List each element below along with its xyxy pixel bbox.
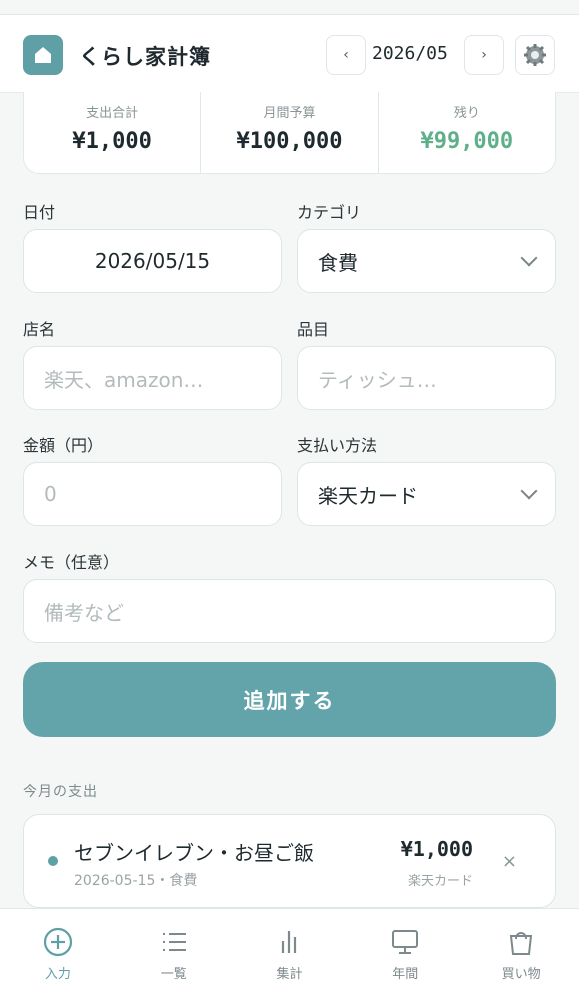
list-icon (162, 933, 186, 951)
expense-title: セブンイレブン・お昼ご飯 (74, 841, 314, 865)
list-item[interactable]: セブンイレブン・お昼ご飯 2026-05-15・食費 ¥1,000 楽天カード … (23, 814, 556, 908)
prev-month-button[interactable]: ‹ (326, 35, 366, 75)
remaining-label: 残り (453, 106, 480, 121)
current-month: 2026/05 (372, 43, 448, 64)
expenses-section-title: 今月の支出 (23, 784, 98, 800)
memo-label: メモ（任意） (23, 553, 120, 572)
expense-meta: 2026-05-15・食費 (74, 873, 198, 889)
monthly-budget-cell: 月間予算 ¥100,000 (201, 92, 379, 173)
total-expense-label: 支出合計 (86, 106, 139, 121)
gear-icon (524, 44, 546, 66)
tab-annual-label: 年間 (392, 967, 419, 982)
chevron-down-icon (520, 249, 538, 267)
next-month-button[interactable]: › (464, 35, 504, 75)
tab-annual[interactable]: 年間 (347, 909, 463, 1000)
amount-input[interactable]: 0 (23, 462, 282, 526)
category-dot (48, 856, 58, 866)
app-header: くらし家計簿 ‹ 2026/05 › (0, 15, 579, 93)
shopping-bag-icon (509, 932, 533, 955)
chevron-down-icon (520, 482, 538, 500)
date-label: 日付 (23, 203, 56, 222)
date-input[interactable]: 2026/05/15 (23, 229, 282, 293)
tab-list[interactable]: 一覧 (116, 909, 232, 1000)
plus-circle-icon (43, 927, 72, 957)
tab-shopping-label: 買い物 (501, 967, 541, 982)
category-select[interactable]: 食費 (297, 229, 556, 293)
expense-amount: ¥1,000 (400, 837, 473, 861)
monthly-budget-label: 月間予算 (263, 106, 316, 121)
monitor-icon (392, 930, 419, 954)
store-input[interactable]: 楽天、amazon… (23, 346, 282, 410)
app-title: くらし家計簿 (79, 45, 211, 69)
category-select-value: 食費 (318, 250, 358, 275)
bar-chart-icon (282, 931, 297, 953)
memo-input[interactable]: 備考など (23, 579, 556, 643)
tab-input[interactable]: 入力 (0, 909, 116, 1000)
bottom-tab-bar: 入力 一覧 集計 年間 買い物 (0, 908, 579, 1000)
tab-stats[interactable]: 集計 (232, 909, 348, 1000)
amount-label: 金額（円） (23, 436, 104, 455)
total-expense-value: ¥1,000 (72, 129, 152, 154)
item-label: 品目 (297, 320, 330, 339)
item-input[interactable]: ティッシュ… (297, 346, 556, 410)
tab-list-label: 一覧 (160, 967, 187, 982)
payment-select-value: 楽天カード (318, 483, 418, 508)
remaining-cell: 残り ¥99,000 (379, 92, 555, 173)
monthly-budget-value: ¥100,000 (236, 129, 343, 154)
tab-shopping[interactable]: 買い物 (463, 909, 579, 1000)
home-logo-icon (23, 35, 63, 75)
store-label: 店名 (23, 320, 56, 339)
tab-input-label: 入力 (44, 967, 71, 982)
payment-select[interactable]: 楽天カード (297, 462, 556, 526)
add-expense-button[interactable]: 追加する (23, 662, 556, 737)
remaining-value: ¥99,000 (420, 129, 514, 154)
total-expense-cell: 支出合計 ¥1,000 (24, 92, 202, 173)
settings-button[interactable] (515, 35, 555, 75)
tab-stats-label: 集計 (276, 967, 303, 982)
monthly-summary: 支出合計 ¥1,000 月間予算 ¥100,000 残り ¥99,000 (23, 92, 556, 174)
category-label: カテゴリ (297, 203, 362, 222)
expense-payment: 楽天カード (407, 874, 473, 889)
payment-label: 支払い方法 (297, 436, 378, 455)
delete-expense-button[interactable]: × (502, 851, 517, 872)
